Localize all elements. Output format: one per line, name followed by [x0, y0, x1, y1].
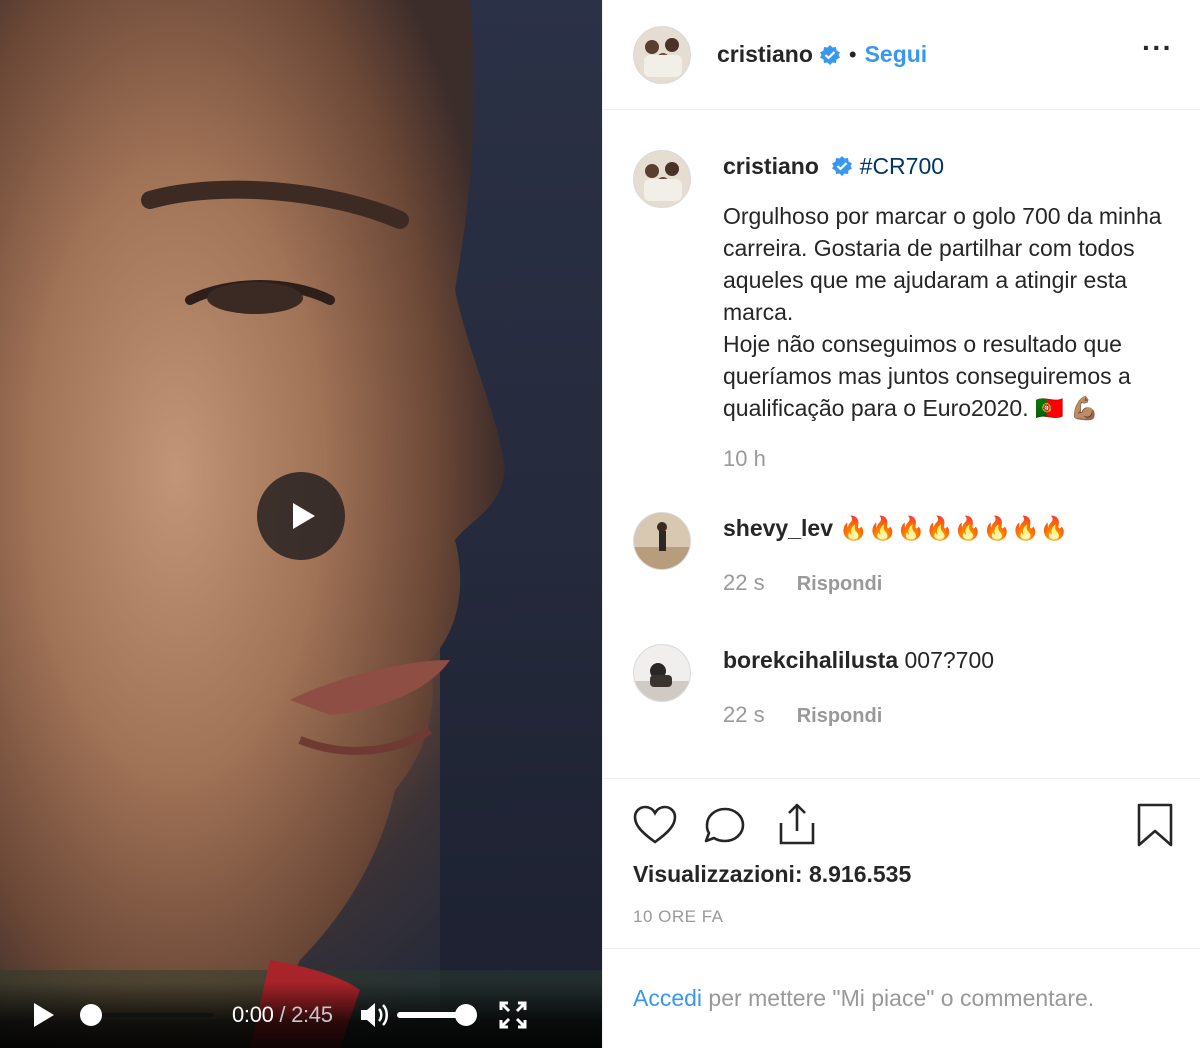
comment-text: 007?700 [904, 647, 995, 673]
volume-icon[interactable] [359, 1001, 391, 1029]
volume-handle[interactable] [454, 1004, 477, 1026]
comment-text: 🔥🔥🔥🔥🔥🔥🔥🔥 [839, 515, 1069, 541]
time-separator: / [273, 1002, 292, 1027]
avatar[interactable] [633, 25, 691, 84]
comment-icon[interactable] [701, 801, 749, 849]
comment-meta: 22 s Rispondi [723, 702, 1193, 728]
post-header: cristiano • Segui ··· [603, 0, 1200, 110]
comment-avatar[interactable] [633, 644, 691, 702]
duration: 2:45 [291, 1002, 333, 1027]
comment-avatar[interactable] [633, 512, 691, 570]
caption-hashtag[interactable]: #CR700 [860, 153, 944, 179]
caption-emoji: 🇵🇹 💪🏽 [1035, 395, 1099, 422]
caption-text: Orgulhoso por marcar o golo 700 da minha… [723, 200, 1193, 424]
bookmark-icon[interactable] [1131, 801, 1179, 849]
caption-time: 10 h [723, 446, 766, 472]
play-icon [293, 503, 315, 529]
login-prompt: Accedi per mettere "Mi piace" o commenta… [603, 948, 1200, 1048]
play-button[interactable] [34, 1003, 54, 1027]
comments-section: cristiano #CR700 Orgulhoso por marcar o … [603, 110, 1200, 778]
play-overlay-button[interactable] [257, 472, 345, 560]
post-sidebar: cristiano • Segui ··· cristiano #CR700 O… [602, 0, 1200, 1048]
header-separator: • [848, 41, 857, 67]
comment-time: 22 s [723, 570, 765, 596]
heart-icon[interactable] [631, 801, 679, 849]
more-options-icon[interactable]: ··· [1142, 32, 1173, 64]
caption-text-content: Orgulhoso por marcar o golo 700 da minha… [723, 203, 1162, 422]
verified-badge-icon [819, 44, 840, 65]
reply-button[interactable]: Rispondi [797, 705, 883, 727]
video-player[interactable]: 0:00 / 2:45 [0, 0, 602, 1048]
video-controls: 0:00 / 2:45 [0, 982, 602, 1048]
comment-username[interactable]: shevy_lev [723, 515, 833, 541]
comment-body: shevy_lev 🔥🔥🔥🔥🔥🔥🔥🔥 22 s Rispondi [723, 512, 1193, 596]
view-count: Visualizzazioni: 8.916.535 [633, 861, 912, 887]
caption-username[interactable]: cristiano [723, 153, 819, 179]
seek-handle[interactable] [80, 1004, 102, 1026]
post-actions: Visualizzazioni: 8.916.535 10 ORE FA [603, 778, 1200, 948]
current-time: 0:00 [232, 1002, 274, 1027]
verified-badge-icon [832, 156, 853, 176]
post-timestamp: 10 ORE FA [633, 907, 724, 926]
comment-username[interactable]: borekcihalilusta [723, 647, 898, 673]
header-username[interactable]: cristiano [717, 41, 813, 68]
fullscreen-icon[interactable] [499, 1001, 527, 1029]
caption-avatar[interactable] [633, 150, 691, 208]
comment-time: 22 s [723, 702, 765, 728]
time-display: 0:00 / 2:45 [232, 1002, 333, 1028]
seek-bar[interactable] [80, 1004, 214, 1026]
login-prompt-text: per mettere "Mi piace" o commentare. [702, 985, 1095, 1011]
login-link[interactable]: Accedi [633, 985, 702, 1011]
reply-button[interactable]: Rispondi [797, 573, 883, 595]
comment-meta: 22 s Rispondi [723, 570, 1193, 596]
follow-button[interactable]: Segui [865, 41, 928, 68]
comment-body: borekcihalilusta 007?700 22 s Rispondi [723, 644, 1193, 728]
share-icon[interactable] [773, 801, 821, 849]
volume-slider[interactable] [396, 1004, 477, 1026]
caption-body: cristiano #CR700 Orgulhoso por marcar o … [723, 150, 1193, 472]
